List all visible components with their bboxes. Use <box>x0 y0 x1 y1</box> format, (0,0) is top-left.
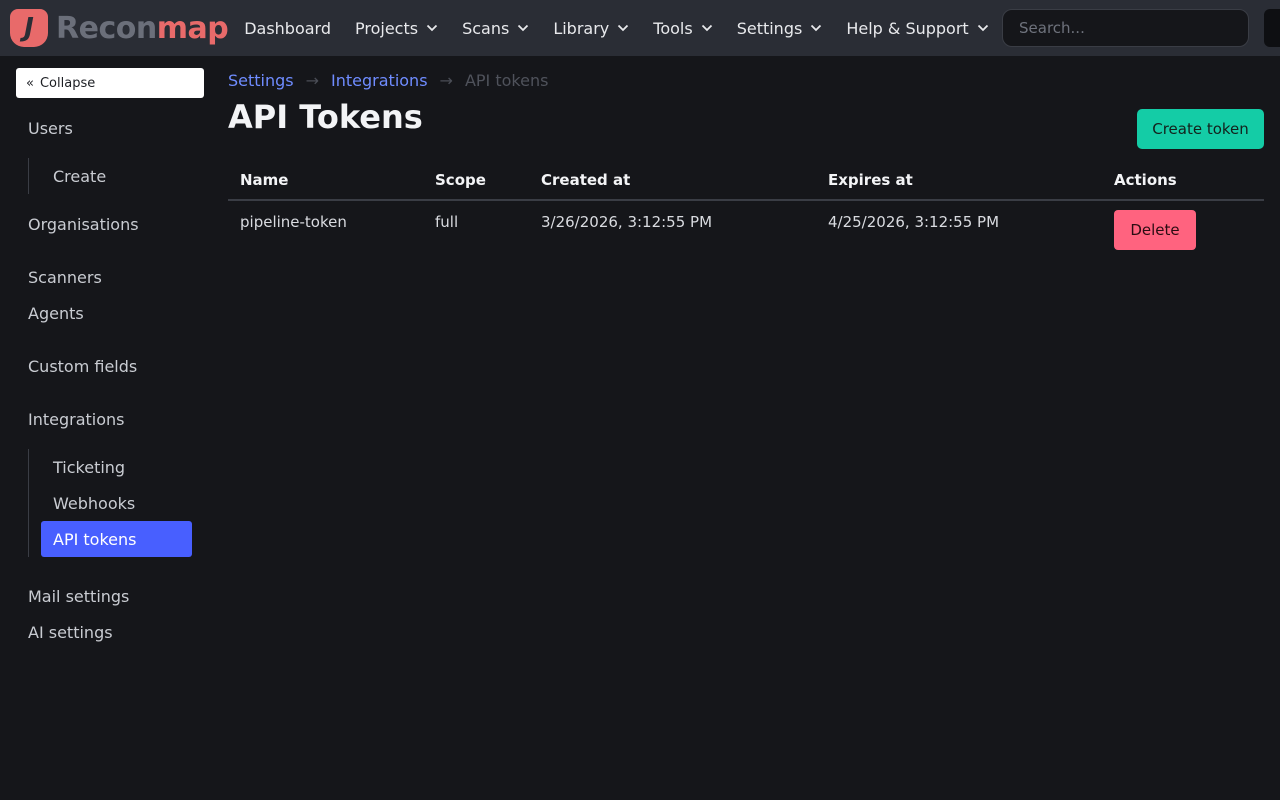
nav-dashboard[interactable]: Dashboard <box>244 19 331 38</box>
chevron-down-icon <box>810 22 822 34</box>
chevron-down-icon <box>517 22 529 34</box>
nav-settings-label: Settings <box>736 18 803 38</box>
sidebar-item-scanners[interactable]: Scanners <box>28 268 102 287</box>
sidebar-item-label: Webhooks <box>53 493 136 513</box>
nav-help-support-label: Help & Support <box>846 18 969 38</box>
sidebar: « Collapse Users Create Organisations Sc… <box>0 56 216 800</box>
sidebar-item-label: Create <box>53 166 107 186</box>
nav-library[interactable]: Library <box>553 19 629 38</box>
column-header-name: Name <box>228 160 423 201</box>
sidebar-item-mail-settings[interactable]: Mail settings <box>28 587 129 606</box>
sidebar-item-label: API tokens <box>53 529 137 549</box>
nav-help-support[interactable]: Help & Support <box>846 19 988 38</box>
column-header-expires: Expires at <box>816 160 1102 201</box>
sidebar-item-users-create[interactable]: Create <box>41 158 192 194</box>
brand-name: Reconmap <box>56 10 229 46</box>
sidebar-item-ticketing[interactable]: Ticketing <box>41 449 192 485</box>
token-scope-cell: full <box>435 213 459 231</box>
sidebar-tree-line <box>28 449 29 557</box>
brand-name-part-a: Recon <box>56 10 157 46</box>
page-title: API Tokens <box>228 98 423 136</box>
token-expires-cell: 4/25/2026, 3:12:55 PM <box>828 213 1000 231</box>
sidebar-tree-line <box>28 158 29 194</box>
breadcrumb-separator: → <box>305 71 320 90</box>
column-header-created: Created at <box>529 160 816 201</box>
nav-menu: Dashboard Projects Scans Library Tools S… <box>244 0 1013 56</box>
brand[interactable]: J Reconmap <box>10 0 229 56</box>
collapse-label: Collapse <box>39 75 96 91</box>
sidebar-item-agents[interactable]: Agents <box>28 304 84 323</box>
chevron-down-icon <box>701 22 713 34</box>
nav-tools-label: Tools <box>653 18 693 38</box>
sidebar-item-webhooks[interactable]: Webhooks <box>41 485 192 521</box>
breadcrumb-settings[interactable]: Settings <box>228 71 294 90</box>
sidebar-item-organisations[interactable]: Organisations <box>28 215 139 234</box>
user-menu-button[interactable] <box>1264 9 1280 47</box>
chevron-down-icon <box>977 22 989 34</box>
table-row: pipeline-token full 3/26/2026, 3:12:55 P… <box>228 200 1264 260</box>
double-chevron-left-icon: « <box>26 75 34 91</box>
breadcrumb-separator: → <box>439 71 453 90</box>
sidebar-item-users[interactable]: Users <box>28 119 73 138</box>
brand-logo-icon: J <box>10 9 48 47</box>
collapse-button[interactable]: « Collapse <box>16 68 204 98</box>
brand-name-part-b: map <box>156 10 229 46</box>
nav-dashboard-label: Dashboard <box>244 18 331 38</box>
nav-tools[interactable]: Tools <box>653 19 712 38</box>
nav-scans[interactable]: Scans <box>462 19 529 38</box>
chevron-down-icon <box>426 22 438 34</box>
search-input[interactable] <box>1002 9 1249 47</box>
nav-projects[interactable]: Projects <box>355 19 438 38</box>
create-token-button[interactable]: Create token <box>1137 109 1264 149</box>
delete-token-button[interactable]: Delete <box>1114 210 1196 250</box>
sidebar-item-ai-settings[interactable]: AI settings <box>28 623 113 642</box>
token-name-cell: pipeline-token <box>240 213 347 231</box>
token-actions-cell: Delete <box>1102 200 1264 260</box>
nav-scans-label: Scans <box>462 18 510 38</box>
sidebar-item-label: Ticketing <box>53 457 126 477</box>
chevron-down-icon <box>617 22 629 34</box>
nav-library-label: Library <box>553 18 610 38</box>
column-header-actions: Actions <box>1102 160 1264 201</box>
breadcrumb-current: API tokens <box>464 71 549 90</box>
breadcrumb: Settings → Integrations → API tokens <box>228 71 548 90</box>
sidebar-item-integrations[interactable]: Integrations <box>28 410 125 429</box>
column-header-scope: Scope <box>423 160 529 201</box>
nav-settings[interactable]: Settings <box>737 19 823 38</box>
token-created-cell: 3/26/2026, 3:12:55 PM <box>541 213 713 231</box>
top-navbar: J Reconmap Dashboard Projects Scans Libr… <box>0 0 1280 56</box>
table-header-row: Name Scope Created at Expires at Actions <box>228 160 1264 201</box>
nav-projects-label: Projects <box>355 18 419 38</box>
breadcrumb-integrations[interactable]: Integrations <box>331 71 428 90</box>
tokens-table: Name Scope Created at Expires at Actions… <box>228 160 1264 260</box>
sidebar-item-api-tokens[interactable]: API tokens <box>41 521 192 557</box>
sidebar-item-custom-fields[interactable]: Custom fields <box>28 357 137 376</box>
